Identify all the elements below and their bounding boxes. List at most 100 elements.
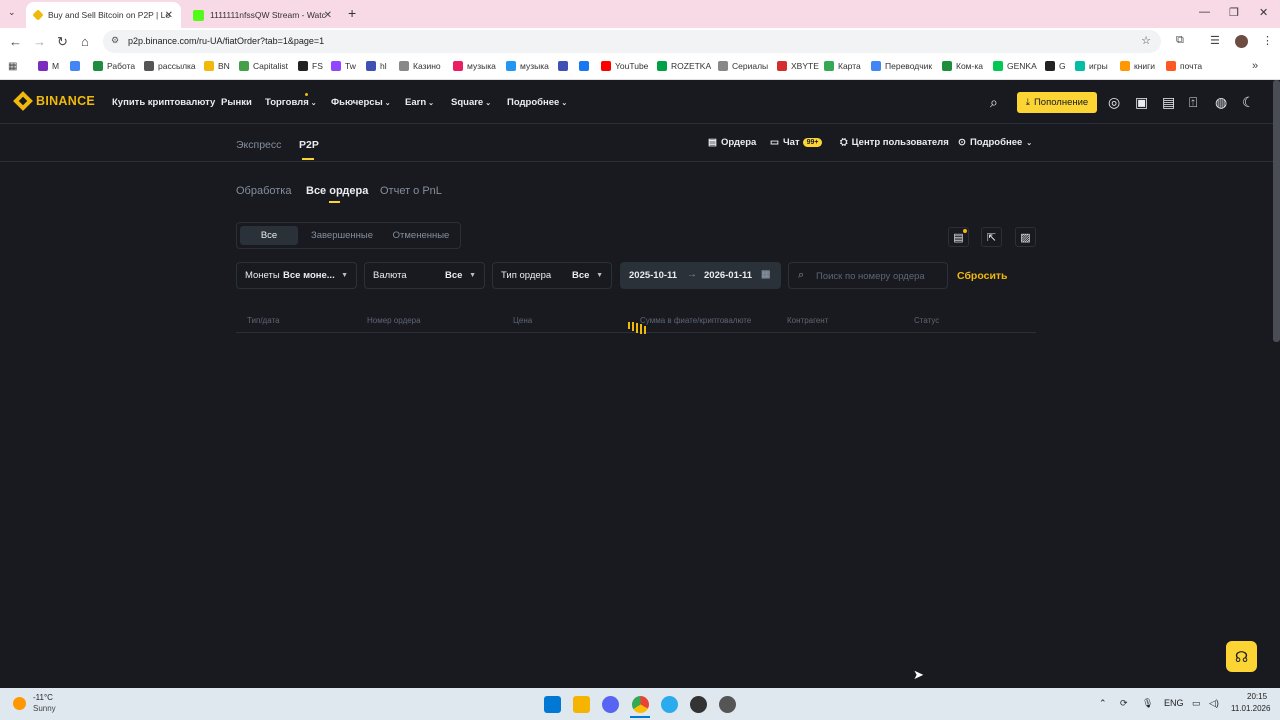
tab-pnl-report[interactable]: Отчет о PnL xyxy=(380,185,442,197)
segment-canceled[interactable]: Отмененные xyxy=(385,226,457,245)
home-icon[interactable]: ⌂ xyxy=(81,34,89,49)
app-icon[interactable] xyxy=(719,696,736,713)
close-tab-icon[interactable]: ✕ xyxy=(165,10,173,21)
forward-icon[interactable]: → xyxy=(33,34,46,49)
coins-filter[interactable]: Монеты Все моне... ▼ xyxy=(236,262,357,289)
bookmark-item[interactable]: почта xyxy=(1166,61,1202,71)
clock-time[interactable]: 20:15 xyxy=(1247,692,1267,701)
file-explorer-icon[interactable] xyxy=(573,696,590,713)
bookmark-item[interactable]: музыка xyxy=(506,61,549,71)
bookmark-item[interactable]: рассылка xyxy=(144,61,196,71)
search-icon[interactable]: ⌕ xyxy=(990,94,998,111)
chat-link[interactable]: ▭ Чат 99+ xyxy=(770,137,823,148)
bookmark-item[interactable]: GENKA xyxy=(993,61,1037,71)
address-bar[interactable]: ⚙ p2p.binance.com/ru-UA/fiatOrder?tab=1&… xyxy=(103,30,1161,53)
sunny-weather-icon[interactable] xyxy=(13,697,26,710)
bookmark-item[interactable]: игры xyxy=(1075,61,1108,71)
bookmark-item[interactable]: Tw xyxy=(331,61,356,71)
bookmark-item[interactable]: YouTube xyxy=(601,61,648,71)
dark-mode-moon-icon[interactable]: ☾ xyxy=(1242,94,1255,111)
tab-express[interactable]: Экспресс xyxy=(236,139,281,151)
profile-avatar[interactable] xyxy=(1235,35,1248,48)
date-range-picker[interactable]: 2025-10-11 → 2026-01-11 ▦ xyxy=(620,262,781,289)
segment-completed[interactable]: Завершенные xyxy=(303,226,381,245)
nav-buy-crypto[interactable]: Купить криптовалюту xyxy=(112,97,215,108)
bookmark-star-icon[interactable]: ☆ xyxy=(1141,34,1151,47)
nav-markets[interactable]: Рынки xyxy=(221,97,252,108)
bookmark-item[interactable]: Работа xyxy=(93,61,135,71)
bookmark-item[interactable] xyxy=(70,61,84,71)
tab-list-chevron-icon[interactable]: ⌄ xyxy=(8,7,16,18)
bookmark-item[interactable]: M xyxy=(38,61,59,71)
discord-icon[interactable] xyxy=(602,696,619,713)
bookmark-item[interactable]: книги xyxy=(1120,61,1155,71)
bookmark-item[interactable]: XBYTE xyxy=(777,61,819,71)
page-scrollbar[interactable] xyxy=(1273,80,1280,342)
show-hidden-icons-chevron-icon[interactable]: ⌃ xyxy=(1099,698,1107,709)
bookmark-item[interactable]: Казино xyxy=(399,61,441,71)
minimize-icon[interactable]: — xyxy=(1199,6,1210,18)
segment-all[interactable]: Все xyxy=(240,226,298,245)
site-info-icon[interactable]: ⚙ xyxy=(111,35,119,46)
export-icon[interactable]: ⇱ xyxy=(981,227,1002,247)
bookmark-item[interactable]: hl xyxy=(366,61,387,71)
user-center-link[interactable]: ⛭ Центр пользователя xyxy=(840,137,949,148)
tab-processing[interactable]: Обработка xyxy=(236,185,291,197)
nav-futures[interactable]: Фьючерсы ⌄ xyxy=(331,97,391,108)
back-icon[interactable]: ← xyxy=(9,34,22,49)
steam-icon[interactable] xyxy=(690,696,707,713)
chat-history-icon[interactable]: ▤ xyxy=(948,227,969,247)
binance-logo[interactable]: BINANCE xyxy=(13,91,95,111)
chrome-icon[interactable] xyxy=(632,696,649,713)
order-history-icon[interactable]: ▨ xyxy=(1015,227,1036,247)
currency-filter[interactable]: Валюта Все ▼ xyxy=(364,262,485,289)
language-globe-icon[interactable]: ◍ xyxy=(1215,94,1227,111)
language-indicator[interactable]: ENG xyxy=(1164,698,1184,708)
nav-more[interactable]: Подробнее ⌄ xyxy=(507,97,567,108)
tab-all-orders[interactable]: Все ордера xyxy=(306,185,368,197)
bookmark-item[interactable]: G xyxy=(1045,61,1066,71)
chrome-menu-icon[interactable]: ⋮ xyxy=(1262,34,1273,47)
order-number-search[interactable]: ⌕ Поиск по номеру ордера xyxy=(788,262,948,289)
bookmark-item[interactable]: Переводчик xyxy=(871,61,932,71)
bookmark-item[interactable]: ROZETKA xyxy=(657,61,711,71)
bookmark-item[interactable] xyxy=(579,61,593,71)
volume-icon[interactable]: ◁) xyxy=(1209,698,1219,709)
more-dropdown[interactable]: ⊙ Подробнее ⌄ xyxy=(958,137,1032,148)
browser-tab-active[interactable]: Buy and Sell Bitcoin on P2P | Lo ✕ xyxy=(26,2,181,28)
reload-icon[interactable]: ↻ xyxy=(57,34,68,50)
bookmark-item[interactable]: Сериалы xyxy=(718,61,768,71)
extensions-icon[interactable]: ⧉ xyxy=(1176,34,1184,47)
user-profile-icon[interactable]: ◎ xyxy=(1108,94,1120,111)
sync-icon[interactable]: ⟳ xyxy=(1120,698,1128,709)
bookmark-item[interactable]: FS xyxy=(298,61,323,71)
clock-date[interactable]: 11.01.2026 xyxy=(1231,704,1270,713)
bookmark-item[interactable]: музыка xyxy=(453,61,496,71)
new-tab-button[interactable]: + xyxy=(348,5,356,21)
browser-tab[interactable]: 1111111nfssQW Stream - Watc ✕ xyxy=(185,2,340,28)
messages-icon[interactable]: ▤ xyxy=(1162,94,1175,111)
media-controls-icon[interactable]: ☰ xyxy=(1210,34,1220,47)
bookmark-item[interactable]: Ком-ка xyxy=(942,61,983,71)
telegram-icon[interactable] xyxy=(661,696,678,713)
microphone-icon[interactable]: 🎙 xyxy=(1142,698,1153,709)
maximize-icon[interactable]: ❐ xyxy=(1229,6,1239,19)
tab-p2p[interactable]: P2P xyxy=(299,139,319,151)
bookmark-item[interactable]: Capitalist xyxy=(239,61,288,71)
network-icon[interactable]: ▭ xyxy=(1192,698,1201,709)
orders-link[interactable]: ▤ Ордера xyxy=(708,137,756,148)
order-type-filter[interactable]: Тип ордера Все ▼ xyxy=(492,262,612,289)
bookmark-item[interactable] xyxy=(558,61,572,71)
nav-square[interactable]: Square ⌄ xyxy=(451,97,491,108)
nav-trade[interactable]: Торговля ⌄ xyxy=(265,97,317,108)
support-headset-button[interactable]: ☊ xyxy=(1226,641,1257,672)
bookmark-item[interactable]: Карта xyxy=(824,61,861,71)
reset-button[interactable]: Сбросить xyxy=(957,270,1008,282)
deposit-button[interactable]: ⤓ Пополнение xyxy=(1017,92,1097,113)
more-bookmarks-icon[interactable]: » xyxy=(1252,60,1258,72)
bookmark-item[interactable]: BN xyxy=(204,61,230,71)
apps-grid-icon[interactable]: ▦ xyxy=(8,61,17,72)
download-app-icon[interactable]: ⍐ xyxy=(1189,94,1197,111)
close-window-icon[interactable]: ✕ xyxy=(1259,6,1268,19)
close-tab-icon[interactable]: ✕ xyxy=(324,10,332,21)
